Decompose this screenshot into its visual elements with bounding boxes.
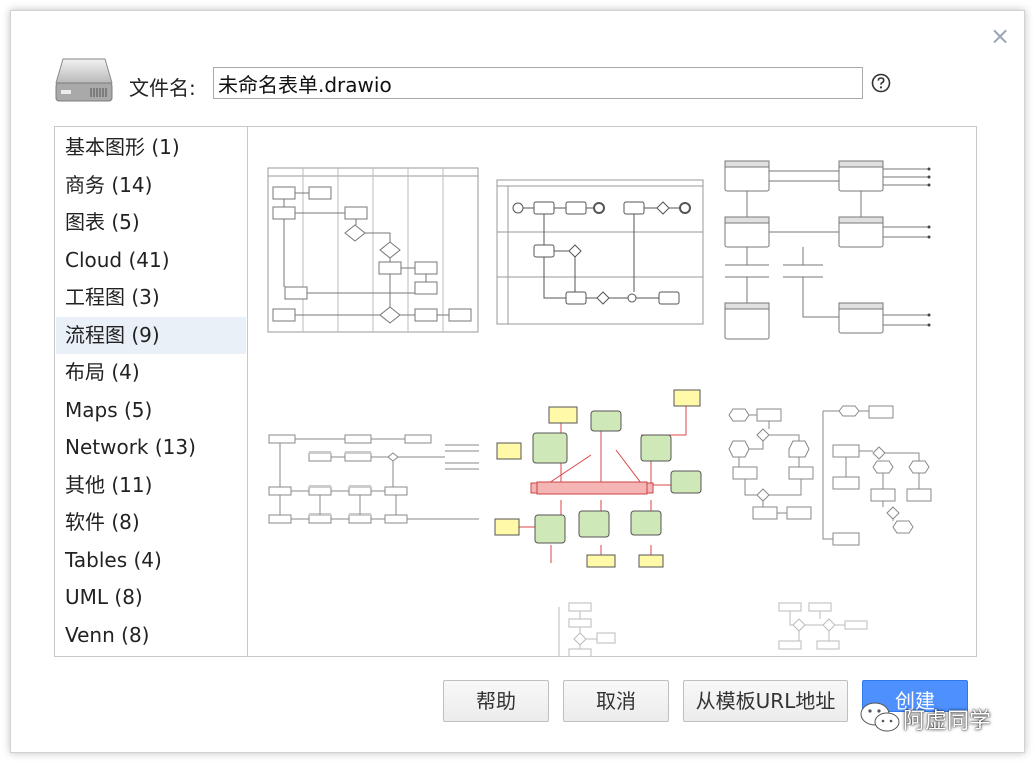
template-thumbnail[interactable] (496, 179, 704, 325)
help-icon[interactable] (871, 73, 891, 93)
category-item[interactable]: Maps (5) (56, 392, 246, 429)
category-item[interactable]: 基本图形 (1) (56, 129, 246, 166)
category-item[interactable]: Network (13) (56, 429, 246, 466)
template-thumbnail[interactable] (267, 167, 479, 333)
category-item[interactable]: 流程图 (9) (56, 316, 246, 354)
close-icon[interactable]: × (989, 24, 1011, 48)
template-thumbnail[interactable] (491, 385, 707, 577)
cancel-button[interactable]: 取消 (563, 680, 669, 722)
watermark-text: 阿虚同学 (903, 709, 992, 734)
filename-input[interactable] (213, 67, 863, 99)
template-panel: 基本图形 (1) 商务 (14) 图表 (5) Cloud (41) 工程图 (3) 流程… (54, 126, 977, 657)
category-item[interactable]: Tables (4) (56, 542, 246, 579)
category-item[interactable]: 图表 (5) (56, 204, 246, 241)
category-item[interactable]: Venn (8) (56, 617, 246, 654)
drive-icon (55, 58, 113, 102)
template-thumbnail[interactable] (719, 157, 935, 347)
filename-label: 文件名: (129, 76, 196, 100)
help-button[interactable]: 帮助 (443, 680, 549, 722)
category-item[interactable]: 商务 (14) (56, 167, 246, 204)
category-item[interactable]: UML (8) (56, 579, 246, 616)
category-item[interactable]: 布局 (4) (56, 354, 246, 391)
category-item[interactable]: 软件 (8) (56, 504, 246, 541)
template-thumbnail[interactable] (265, 427, 483, 537)
template-thumbnail[interactable] (723, 403, 943, 553)
category-item[interactable]: 工程图 (3) (56, 279, 246, 316)
template-url-button[interactable]: 从模板URL地址 (683, 680, 848, 722)
category-item[interactable]: 其他 (11) (56, 467, 246, 504)
category-list: 基本图形 (1) 商务 (14) 图表 (5) Cloud (41) 工程图 (3) 流程… (55, 127, 248, 656)
template-thumbnail[interactable] (549, 597, 659, 656)
category-item[interactable]: Cloud (41) (56, 242, 246, 279)
template-thumbnail[interactable] (769, 597, 879, 656)
template-gallery (249, 127, 976, 656)
